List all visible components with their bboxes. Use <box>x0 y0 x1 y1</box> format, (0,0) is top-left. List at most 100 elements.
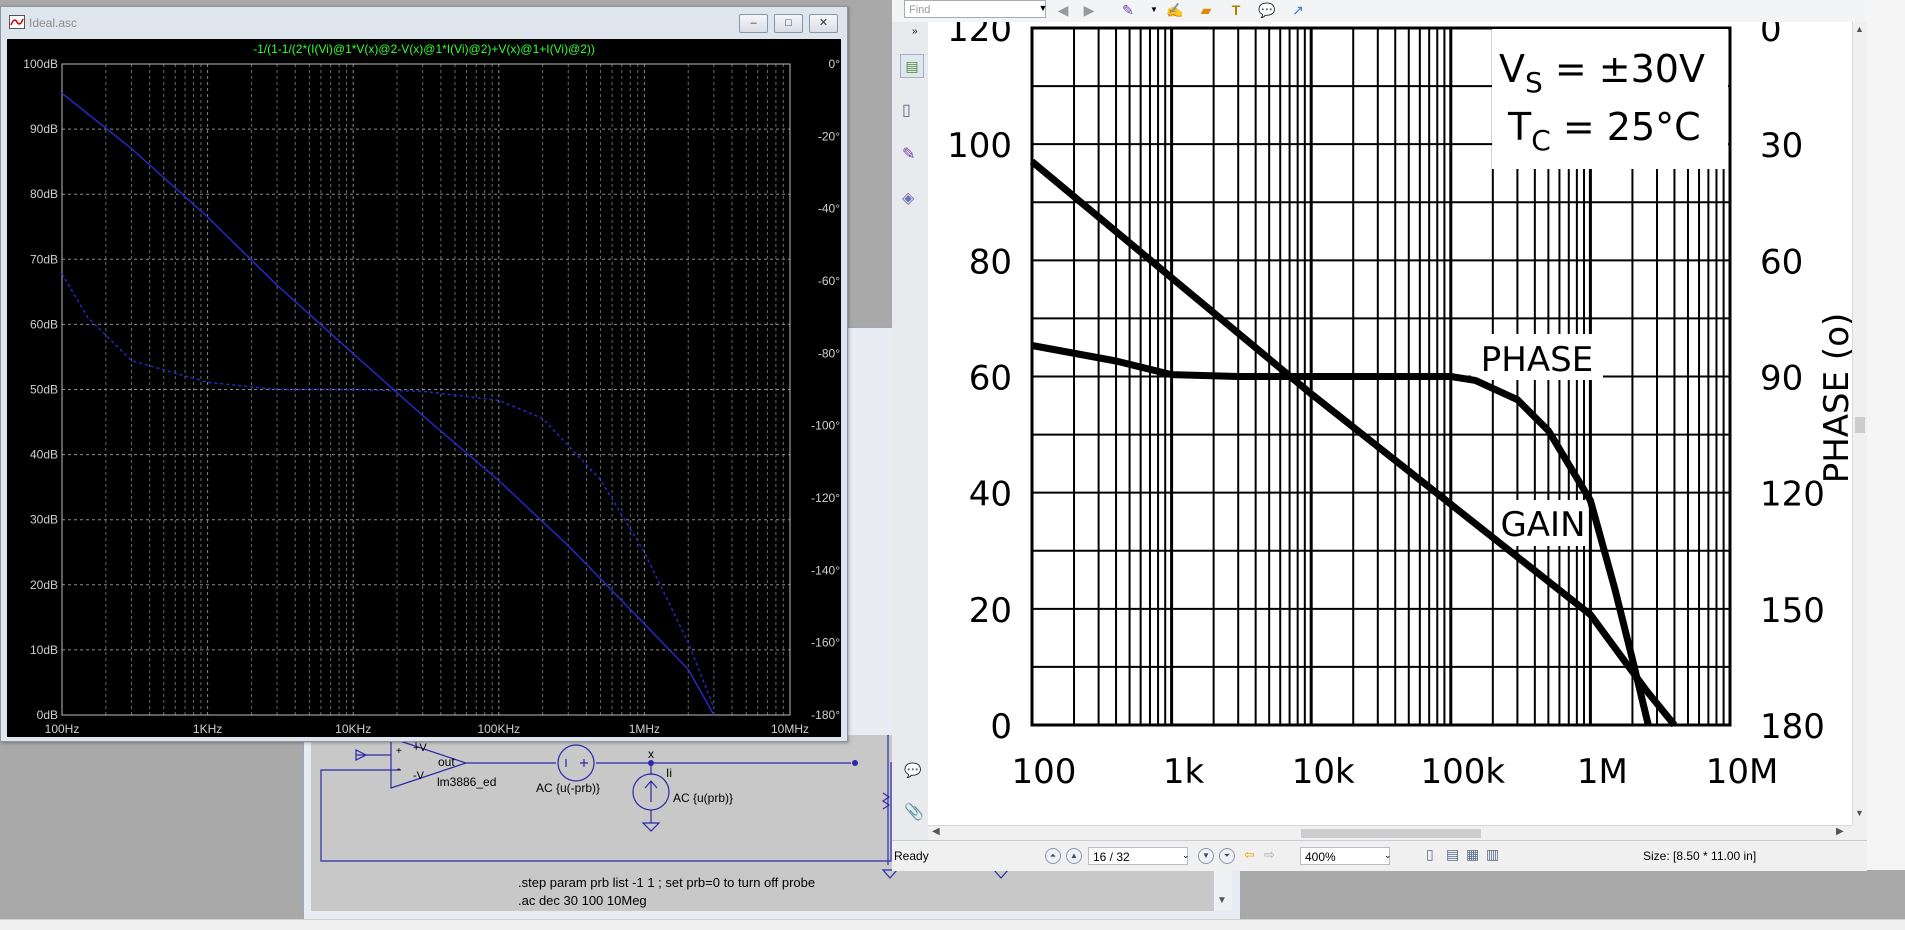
status-ready-text: Ready <box>894 849 929 863</box>
book-view-icon[interactable]: ▥ <box>1486 846 1499 863</box>
text-tool-icon[interactable]: T <box>1228 2 1244 18</box>
highlight-icon[interactable]: ✍ <box>1166 2 1183 18</box>
x-tick-label: 1KHz <box>193 722 222 736</box>
pdf-sidebar: » ▤ ▯ ✎ ◈ 💬 📎 <box>892 22 929 840</box>
x-tick-label: 1M <box>1577 752 1628 792</box>
forward-arrow-icon[interactable]: ⇨ <box>1264 847 1275 863</box>
facing-pages-icon[interactable]: ▦ <box>1466 846 1479 863</box>
opamp-in-plus-label: + <box>396 746 402 757</box>
bottom-triangle-1 <box>881 869 899 879</box>
voltage-source-symbol <box>557 744 595 782</box>
pdf-horizontal-scrollbar[interactable]: ◀ ▶ <box>928 825 1852 841</box>
pdf-vertical-scrollbar[interactable]: ▲ ▼ <box>1852 22 1868 825</box>
node-x-label[interactable]: x <box>648 747 654 761</box>
phase-trace <box>61 273 715 709</box>
pages-icon[interactable]: ▯ <box>902 100 911 120</box>
page-number-field[interactable]: 16 / 32 <box>1088 847 1188 865</box>
y-left-tick-label: 80 <box>969 242 1012 282</box>
find-next-icon[interactable]: ▶ <box>1081 2 1097 18</box>
comments-panel-icon[interactable]: 💬 <box>904 762 921 779</box>
y-right-tick-label: -160° <box>811 636 840 650</box>
find-previous-icon[interactable]: ◀ <box>1055 2 1071 18</box>
back-arrow-icon[interactable]: ⇦ <box>1244 847 1255 863</box>
zoom-dropdown-chevron-down-icon[interactable]: ⌄ <box>1384 850 1392 861</box>
arrow-tool-icon[interactable]: ↗ <box>1290 2 1306 18</box>
attachments-icon[interactable]: 📎 <box>904 802 924 822</box>
y-left-tick-label: 50dB <box>30 383 58 397</box>
y-right-tick-label: 0 <box>1760 22 1782 50</box>
waveform-window[interactable]: Ideal.asc – □ ✕ -1/(1-1/(2*(I(Vi)@1*V(x)… <box>0 6 848 742</box>
sidebar-collapse-icon[interactable]: » <box>912 26 918 37</box>
find-input[interactable]: Find <box>904 0 1046 18</box>
ac-directive[interactable]: .ac dec 30 100 10Meg <box>518 893 647 908</box>
isource-name-label[interactable]: Ii <box>666 766 672 780</box>
y-right-tick-label: 0° <box>829 57 841 71</box>
y-left-tick-label: 100dB <box>23 57 58 71</box>
last-page-icon[interactable]: ⏷ <box>1219 848 1235 864</box>
opamp-out-label: out <box>438 755 455 769</box>
next-page-icon[interactable]: ▼ <box>1198 848 1214 864</box>
single-page-icon[interactable]: ▯ <box>1426 846 1434 863</box>
layers-icon[interactable]: ◈ <box>902 188 914 208</box>
scroll-right-chevron-icon[interactable]: ▶ <box>1836 826 1844 837</box>
waveform-plot-pane[interactable]: -1/(1-1/(2*(I(Vi)@1*V(x)@2-V(x)@1*I(Vi)@… <box>7 39 841 737</box>
opamp-plus-supply-label: +V <box>413 742 427 754</box>
first-page-icon[interactable]: ⏶ <box>1045 848 1061 864</box>
gain-trace <box>61 92 715 716</box>
y-right-tick-label: 120 <box>1760 475 1825 515</box>
y-left-tick-label: 10dB <box>30 643 58 657</box>
scroll-up-chevron-icon[interactable]: ▲ <box>1855 24 1864 34</box>
waveform-titlebar[interactable]: Ideal.asc – □ ✕ <box>1 7 847 37</box>
x-tick-label: 100Hz <box>45 722 80 736</box>
zoom-field[interactable]: 400% <box>1300 847 1390 865</box>
vertical-scroll-thumb[interactable] <box>1855 417 1865 433</box>
pdf-status-bar: Ready ⏶ ▲ 16 / 32 ⌄ ▼ ⏷ ⇦ ⇨ 400% ⌄ ▯ ▤ ▦… <box>892 840 1867 871</box>
y-left-tick-label: 30dB <box>30 513 58 527</box>
step-directive[interactable]: .step param prb list -1 1 ; set prb=0 to… <box>518 875 815 890</box>
isource-value-label[interactable]: AC {u(prb)} <box>673 791 733 805</box>
opamp-in-minus-label: - <box>397 764 401 775</box>
waveform-window-title: Ideal.asc <box>29 16 78 30</box>
x-tick-label: 10k <box>1292 752 1355 792</box>
y-left-tick-label: 40 <box>969 475 1012 515</box>
vsource-value-label[interactable]: AC {u(-prb)} <box>536 781 600 795</box>
minimize-button[interactable]: – <box>739 14 768 33</box>
y-right-tick-label: 30 <box>1760 126 1803 166</box>
marker-icon[interactable]: ▰ <box>1198 2 1214 18</box>
x-tick-label: 100KHz <box>477 722 520 736</box>
page-dropdown-chevron-down-icon[interactable]: ⌄ <box>1182 850 1190 861</box>
pdf-page[interactable]: 100 1k 10k 100k 1M 10M 120 100 80 60 40 20 0 0 30 60 90 1… <box>928 10 1857 825</box>
y-right-tick-label: -60° <box>818 274 840 288</box>
continuous-page-icon[interactable]: ▤ <box>1446 846 1459 863</box>
find-dropdown-chevron-down-icon[interactable]: ▼ <box>1035 0 1051 16</box>
comment-icon[interactable]: 💬 <box>1258 2 1275 18</box>
close-button[interactable]: ✕ <box>809 14 838 33</box>
y-right-tick-label: 90 <box>1760 359 1803 399</box>
bode-plot[interactable]: -1/(1-1/(2*(I(Vi)@1*V(x)@2-V(x)@1*I(Vi)@… <box>7 39 841 737</box>
y-left-tick-label: 0 <box>990 707 1012 747</box>
annotate-dropdown-icon[interactable]: ▼ <box>1146 2 1162 18</box>
right-axis-label: PHASE (o) <box>1817 313 1852 484</box>
y-right-tick-label: -20° <box>818 129 840 143</box>
bottom-taskbar-strip <box>0 919 1905 930</box>
opamp-neg-supply-label: -V <box>413 770 424 782</box>
y-left-tick-label: 120 <box>947 22 1012 50</box>
y-left-tick-label: 100 <box>947 126 1012 166</box>
x-tick-label: 100 <box>1012 752 1077 792</box>
y-right-tick-label: -120° <box>811 491 840 505</box>
y-right-tick-label: -80° <box>818 346 840 360</box>
maximize-button[interactable]: □ <box>774 14 803 33</box>
thumbnails-icon[interactable]: ▤ <box>900 54 924 78</box>
previous-page-icon[interactable]: ▲ <box>1066 848 1082 864</box>
scroll-down-chevron-icon[interactable]: ▼ <box>1855 808 1864 818</box>
y-left-tick-label: 70dB <box>30 252 58 266</box>
x-tick-label: 10KHz <box>335 722 371 736</box>
y-left-tick-label: 20dB <box>30 578 58 592</box>
annotations-list-icon[interactable]: ✎ <box>902 144 915 164</box>
y-left-tick-label: 80dB <box>30 187 58 201</box>
horizontal-scroll-thumb[interactable] <box>1301 829 1481 838</box>
scroll-left-chevron-icon[interactable]: ◀ <box>932 826 940 837</box>
y-left-tick-label: 60 <box>969 359 1012 399</box>
annotate-pen-icon[interactable]: ✎ <box>1120 2 1136 18</box>
opamp-name-label[interactable]: lm3886_ed <box>437 775 496 789</box>
